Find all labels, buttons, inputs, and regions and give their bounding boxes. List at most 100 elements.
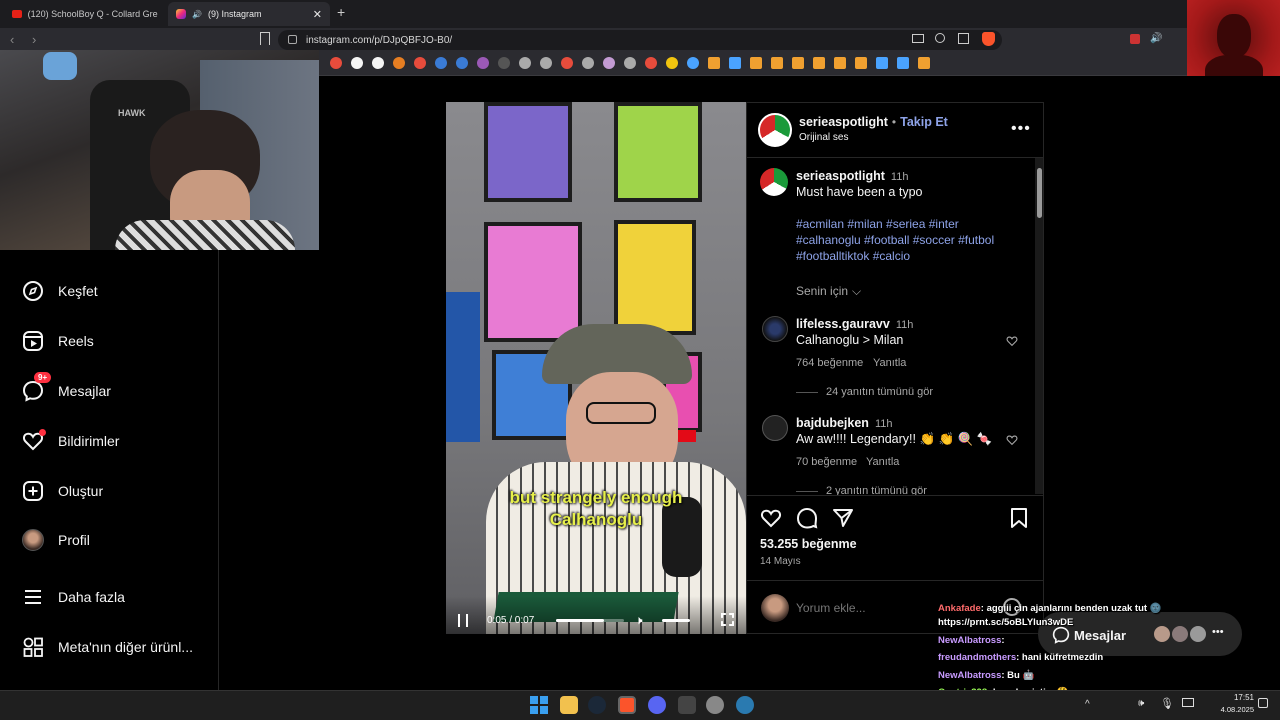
bookmark-icon[interactable] — [708, 57, 720, 69]
bookmark-icon[interactable] — [918, 57, 930, 69]
bookmark-icon[interactable] — [498, 57, 510, 69]
author-avatar[interactable] — [758, 113, 792, 147]
more-icon[interactable]: ••• — [1212, 626, 1224, 638]
bookmark-icon[interactable] — [372, 57, 384, 69]
display-icon[interactable] — [1182, 698, 1194, 707]
bookmark-page-icon[interactable] — [260, 32, 270, 45]
zoom-icon[interactable] — [935, 33, 945, 43]
bookmark-icon[interactable] — [792, 57, 804, 69]
comment-likes[interactable]: 764 beğenme — [796, 357, 863, 369]
bookmark-icon[interactable] — [351, 57, 363, 69]
comment-like-icon[interactable] — [1006, 334, 1018, 352]
audio-label[interactable]: Orijinal ses — [799, 132, 848, 143]
sidebar-item-reels[interactable]: Reels — [22, 330, 94, 352]
video-progress-track[interactable] — [556, 619, 624, 622]
save-icon[interactable] — [1009, 507, 1029, 534]
pause-icon[interactable] — [458, 614, 468, 627]
share-icon[interactable] — [832, 507, 854, 534]
view-replies[interactable]: 2 yanıtın tümünü gör — [826, 485, 927, 495]
hashtags-line[interactable]: #calhanoglu #football #soccer #futbol — [796, 233, 994, 247]
tab-instagram[interactable]: 🔊 (9) Instagram ✕ — [168, 2, 330, 26]
bookmark-icon[interactable] — [666, 57, 678, 69]
tab-youtube[interactable]: (120) SchoolBoy Q - Collard Greens | — [4, 2, 166, 26]
app-icon[interactable] — [678, 696, 696, 714]
likes-total[interactable]: 53.255 beğenme — [760, 537, 857, 551]
windows-start-icon[interactable] — [530, 696, 548, 714]
brave-shield-icon[interactable] — [982, 32, 995, 46]
view-replies[interactable]: 24 yanıtın tümünü gör — [826, 386, 933, 398]
sidebar-item-more[interactable]: Daha fazla — [22, 586, 125, 608]
tray-chevron-icon[interactable]: ^ — [1085, 699, 1090, 710]
commenter-avatar[interactable] — [762, 316, 788, 342]
bookmark-icon[interactable] — [897, 57, 909, 69]
cast-icon[interactable] — [912, 34, 924, 43]
bookmark-icon[interactable] — [834, 57, 846, 69]
close-tab-icon[interactable]: ✕ — [313, 8, 322, 21]
reply-button[interactable]: Yanıtla — [866, 456, 899, 468]
comment-author[interactable]: lifeless.gauravv — [796, 317, 890, 331]
bookmark-icon[interactable] — [435, 57, 447, 69]
hashtags-line[interactable]: #footballtiktok #calcio — [796, 249, 910, 263]
comment-author[interactable]: bajdubejken — [796, 416, 869, 430]
clock-date[interactable]: 4.08.2025 — [1214, 705, 1254, 714]
bookmark-icon[interactable] — [771, 57, 783, 69]
extension-audio-icon[interactable]: 🔊 — [1150, 33, 1162, 44]
obs-icon[interactable] — [706, 696, 724, 714]
commenter-avatar[interactable] — [762, 415, 788, 441]
bookmark-icon[interactable] — [477, 57, 489, 69]
bookmark-icon[interactable] — [330, 57, 342, 69]
file-explorer-icon[interactable] — [560, 696, 578, 714]
fullscreen-icon[interactable] — [721, 613, 734, 626]
sidebar-item-profile[interactable]: Profil — [22, 529, 90, 551]
steam-icon[interactable] — [588, 696, 606, 714]
volume-icon[interactable]: 🕨 — [635, 613, 643, 628]
caption-author[interactable]: serieaspotlight — [796, 169, 885, 183]
bookmark-icon[interactable] — [687, 57, 699, 69]
address-bar[interactable]: instagram.com/p/DJpQBFJO-B0/ — [278, 30, 1002, 50]
comment-likes[interactable]: 70 beğenme — [796, 456, 857, 468]
sidebar-item-explore[interactable]: Keşfet — [22, 280, 98, 302]
more-options-icon[interactable]: ••• — [1011, 120, 1031, 138]
microphone-icon[interactable]: 🎙 — [1160, 697, 1174, 710]
scrollbar-thumb[interactable] — [1036, 168, 1042, 218]
bookmark-icon[interactable] — [393, 57, 405, 69]
caption-avatar[interactable] — [760, 168, 788, 196]
volume-slider[interactable] — [662, 619, 690, 622]
bookmark-icon[interactable] — [603, 57, 615, 69]
sidebar-item-meta-products[interactable]: Meta'nın diğer ürünl... — [22, 636, 193, 658]
hashtags-line[interactable]: #acmilan #milan #seriea #inter — [796, 217, 959, 231]
bookmark-icon[interactable] — [561, 57, 573, 69]
bookmark-icon[interactable] — [876, 57, 888, 69]
bookmark-icon[interactable] — [582, 57, 594, 69]
discord-icon[interactable] — [648, 696, 666, 714]
bookmark-icon[interactable] — [456, 57, 468, 69]
comment-icon[interactable] — [796, 507, 818, 534]
bookmark-icon[interactable] — [645, 57, 657, 69]
bookmark-icon[interactable] — [855, 57, 867, 69]
share-icon[interactable] — [958, 33, 969, 44]
sidebar-item-create[interactable]: Oluştur — [22, 480, 103, 502]
brave-icon[interactable] — [618, 696, 636, 714]
bookmark-icon[interactable] — [813, 57, 825, 69]
clock-time[interactable]: 17:51 — [1224, 693, 1254, 702]
bookmark-icon[interactable] — [540, 57, 552, 69]
extension-icon[interactable] — [1130, 34, 1140, 44]
for-you-dropdown[interactable]: Senin için ⌵ — [796, 284, 861, 299]
comment-like-icon[interactable] — [1006, 433, 1018, 451]
notification-center-icon[interactable] — [1258, 698, 1268, 708]
bookmark-icon[interactable] — [519, 57, 531, 69]
sidebar-item-messages[interactable]: 9+ Mesajlar — [22, 372, 111, 402]
back-icon[interactable]: ‹ — [10, 32, 14, 47]
sidebar-item-notifications[interactable]: Bildirimler — [22, 429, 119, 452]
author-handle[interactable]: serieaspotlight — [799, 115, 888, 129]
reply-button[interactable]: Yanıtla — [873, 357, 906, 369]
follow-button[interactable]: Takip Et — [900, 115, 948, 129]
new-tab-button[interactable]: + — [337, 4, 345, 20]
site-settings-icon[interactable] — [288, 35, 297, 44]
like-icon[interactable] — [760, 507, 782, 534]
volume-tray-icon[interactable]: 🕪 — [1138, 698, 1144, 709]
bookmark-icon[interactable] — [750, 57, 762, 69]
forward-icon[interactable]: › — [32, 32, 36, 47]
reel-video[interactable]: but strangely enough Calhanoglu 0:05 / 0… — [446, 102, 746, 634]
bookmark-icon[interactable] — [729, 57, 741, 69]
